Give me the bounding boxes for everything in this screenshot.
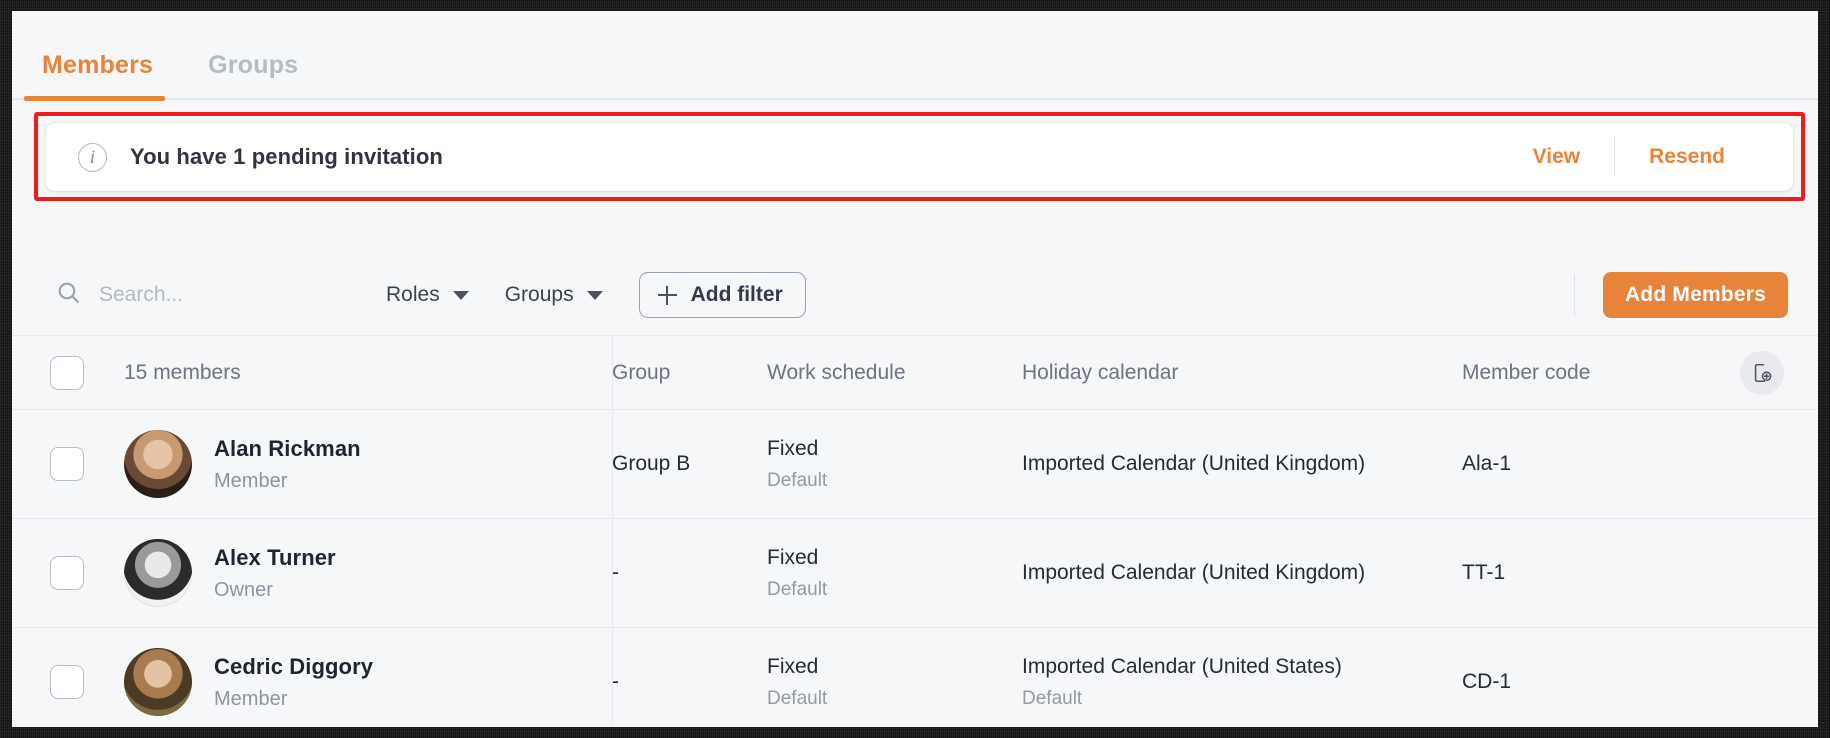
chevron-down-icon [586,290,603,300]
holiday-calendar-cell: Imported Calendar (United Kingdom) [1022,452,1462,476]
work-schedule-cell: Fixed Default [767,546,1022,601]
work-schedule-value: Fixed [767,654,819,678]
member-role: Member [214,469,288,492]
row-checkbox[interactable] [50,447,84,481]
tab-bar: Members Groups [12,11,1818,101]
column-header-work-schedule[interactable]: Work schedule [767,361,1022,385]
table-header-row: 15 members Group Work schedule Holiday c… [12,335,1818,409]
select-all-checkbox[interactable] [50,355,84,390]
work-schedule-sub: Default [767,469,828,491]
members-page: Members Groups i You have 1 pending invi… [12,11,1818,727]
groups-filter-dropdown[interactable]: Groups [505,283,603,307]
group-cell: - [612,670,619,693]
work-schedule-value: Fixed [767,545,819,569]
holiday-calendar-sub: Default [1022,687,1083,709]
toolbar-right-group: Add Members [1573,272,1788,318]
banner-actions: View Resend [1499,137,1759,177]
member-name: Alan Rickman [214,435,361,461]
view-invitation-link[interactable]: View [1499,145,1614,169]
member-role: Member [214,687,288,710]
roles-filter-label: Roles [386,283,440,306]
row-select-cell [12,556,122,590]
avatar [124,430,192,498]
row-select-cell [12,665,122,699]
holiday-calendar-value: Imported Calendar (United States) [1022,654,1342,678]
column-divider [612,519,613,627]
roles-filter-dropdown[interactable]: Roles [386,283,469,307]
banner-message: You have 1 pending invitation [130,144,443,169]
member-code-cell: CD-1 [1462,670,1512,693]
holiday-calendar-cell: Imported Calendar (United Kingdom) [1022,561,1462,585]
member-name: Cedric Diggory [214,653,374,679]
table-row[interactable]: Alan Rickman Member Group B Fixed Defaul… [12,409,1818,518]
row-select-cell [12,447,122,481]
search-icon [56,280,81,310]
chevron-down-icon [452,290,469,300]
holiday-calendar-value: Imported Calendar (United Kingdom) [1022,561,1366,584]
group-cell: Group B [612,452,691,475]
column-divider [612,628,613,727]
plus-icon [657,285,677,305]
work-schedule-sub: Default [767,578,828,600]
members-table: 15 members Group Work schedule Holiday c… [12,335,1818,727]
member-identity: Alex Turner Owner [214,545,336,602]
tab-members[interactable]: Members [42,11,180,80]
column-divider [612,410,613,518]
add-members-button[interactable]: Add Members [1602,272,1788,318]
holiday-calendar-value: Imported Calendar (United Kingdom) [1022,452,1366,475]
member-role: Owner [214,578,273,601]
screenshot-frame: Members Groups i You have 1 pending invi… [0,0,1830,738]
work-schedule-cell: Fixed Default [767,437,1022,492]
work-schedule-value: Fixed [767,436,819,460]
column-header-group[interactable]: Group [612,361,767,385]
groups-filter-label: Groups [504,283,574,306]
filter-toolbar: Roles Groups Add filter Add Members [12,257,1818,333]
member-name: Alex Turner [214,544,336,570]
tab-groups[interactable]: Groups [208,11,325,80]
member-code-cell: Ala-1 [1462,452,1512,475]
member-count-label: 15 members [124,360,241,384]
member-count-cell: 15 members [122,361,612,385]
column-header-holiday-calendar[interactable]: Holiday calendar [1022,361,1462,385]
holiday-calendar-cell: Imported Calendar (United States) Defaul… [1022,655,1462,710]
member-cell: Cedric Diggory Member [122,648,612,716]
add-filter-button[interactable]: Add filter [638,272,806,318]
add-filter-label: Add filter [690,283,783,306]
tab-active-indicator [24,96,165,101]
column-divider [612,336,613,409]
select-all-cell [12,355,122,390]
tab-track [12,98,1818,100]
avatar [124,648,192,716]
search-box[interactable] [56,280,386,310]
table-row[interactable]: Alex Turner Owner - Fixed Default Import… [12,518,1818,627]
work-schedule-cell: Fixed Default [767,655,1022,710]
search-input[interactable] [99,283,386,307]
group-cell: - [612,561,619,584]
member-cell: Alan Rickman Member [122,430,612,498]
info-icon: i [78,142,107,172]
member-identity: Alan Rickman Member [214,436,361,493]
add-column-icon[interactable] [1740,350,1784,395]
member-code-cell: TT-1 [1462,561,1506,584]
work-schedule-sub: Default [767,687,828,709]
resend-invitation-link[interactable]: Resend [1615,145,1759,169]
member-identity: Cedric Diggory Member [214,654,373,711]
member-cell: Alex Turner Owner [122,539,612,607]
pending-invitation-banner: i You have 1 pending invitation View Res… [46,123,1793,191]
avatar [124,539,192,607]
row-checkbox[interactable] [50,556,84,590]
toolbar-divider [1573,274,1575,316]
table-row[interactable]: Cedric Diggory Member - Fixed Default Im… [12,627,1818,727]
row-checkbox[interactable] [50,665,84,699]
